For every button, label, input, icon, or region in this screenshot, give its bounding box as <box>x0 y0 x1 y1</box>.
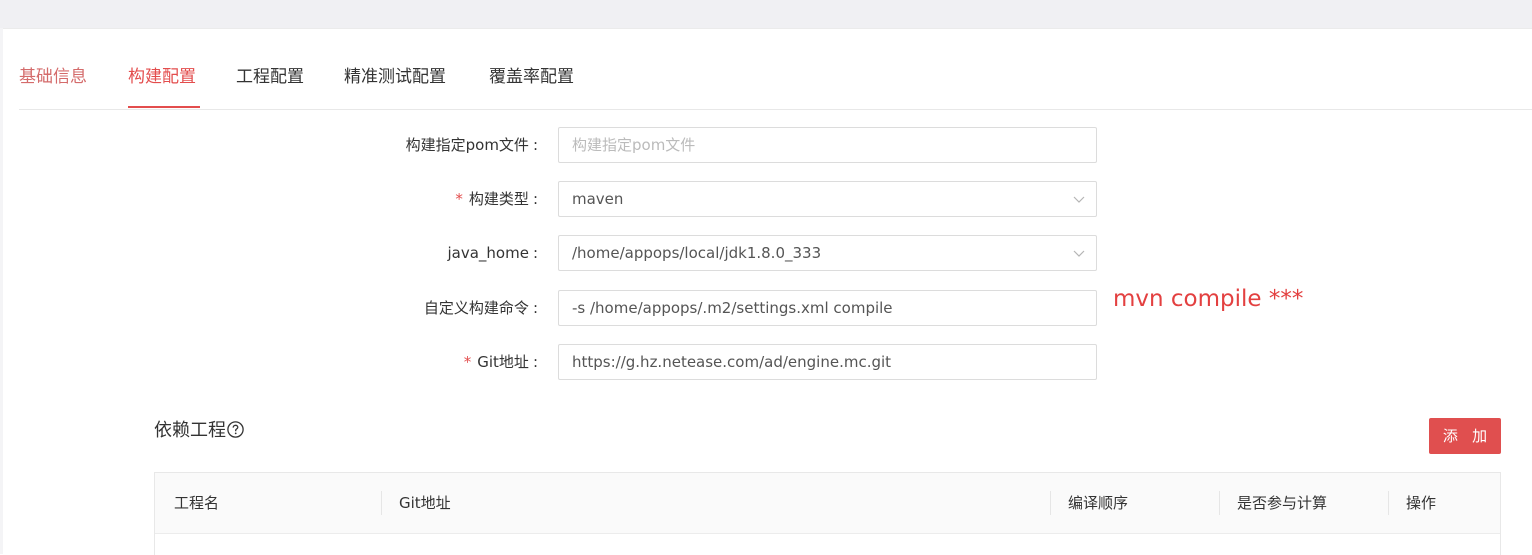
java-home-label: java_home: <box>318 235 538 271</box>
custom-cmd-label-text: 自定义构建命令 <box>423 299 529 317</box>
required-mark: * <box>463 353 472 371</box>
column-git-address: Git地址 <box>399 494 451 512</box>
column-divider <box>1050 491 1051 515</box>
table-header: 工程名 Git地址 编译顺序 是否参与计算 操作 <box>155 473 1500 534</box>
active-tab-indicator <box>128 106 200 108</box>
tab-build-config[interactable]: 构建配置 <box>128 66 196 88</box>
tab-project-config[interactable]: 工程配置 <box>236 66 304 88</box>
tab-coverage-config[interactable]: 覆盖率配置 <box>489 66 574 88</box>
label-colon: : <box>532 244 538 262</box>
build-type-select[interactable]: maven <box>558 181 1097 217</box>
git-field[interactable] <box>558 344 1097 380</box>
custom-cmd-field[interactable] <box>558 290 1097 326</box>
dependencies-table: 工程名 Git地址 编译顺序 是否参与计算 操作 <box>154 472 1501 555</box>
java-home-label-text: java_home <box>447 244 529 262</box>
help-icon[interactable] <box>227 421 244 438</box>
pom-input[interactable] <box>572 128 1052 162</box>
pom-label: 构建指定pom文件: <box>318 127 538 163</box>
label-colon: : <box>532 136 538 154</box>
custom-cmd-label: 自定义构建命令: <box>318 290 538 326</box>
chevron-down-icon[interactable] <box>1072 192 1086 206</box>
column-project-name: 工程名 <box>174 494 220 512</box>
java-home-select[interactable]: /home/appops/local/jdk1.8.0_333 <box>558 235 1097 271</box>
column-actions: 操作 <box>1406 494 1437 512</box>
chevron-down-icon[interactable] <box>1072 246 1086 260</box>
column-participate: 是否参与计算 <box>1237 494 1328 512</box>
build-type-label: * 构建类型: <box>318 181 538 217</box>
custom-cmd-input[interactable] <box>572 291 1052 325</box>
build-type-label-text: 构建类型 <box>468 190 529 208</box>
required-mark: * <box>455 190 463 208</box>
label-colon: : <box>532 299 538 317</box>
build-type-value: maven <box>572 190 624 208</box>
annotation-text: mvn compile *** <box>1113 286 1304 312</box>
git-label-text: Git地址 <box>477 353 529 371</box>
add-dependency-button[interactable]: 添 加 <box>1429 418 1501 454</box>
label-colon: : <box>532 190 538 208</box>
dependencies-title: 依赖工程 <box>154 418 244 444</box>
tab-basic-info[interactable]: 基础信息 <box>19 66 87 88</box>
column-divider <box>1219 491 1220 515</box>
top-bar <box>0 0 1532 29</box>
git-label: * Git地址: <box>318 344 538 380</box>
java-home-value: /home/appops/local/jdk1.8.0_333 <box>572 244 822 262</box>
column-divider <box>381 491 382 515</box>
column-compile-order: 编译顺序 <box>1068 494 1129 512</box>
git-input[interactable] <box>572 345 1052 379</box>
pom-field[interactable] <box>558 127 1097 163</box>
label-colon: : <box>532 353 538 371</box>
pom-label-text: 构建指定pom文件 <box>405 136 529 154</box>
tab-precise-test-config[interactable]: 精准测试配置 <box>344 66 446 88</box>
tab-bar: 基础信息 构建配置 工程配置 精准测试配置 覆盖率配置 <box>19 37 1532 110</box>
column-divider <box>1388 491 1389 515</box>
dependencies-title-text: 依赖工程 <box>154 420 226 441</box>
